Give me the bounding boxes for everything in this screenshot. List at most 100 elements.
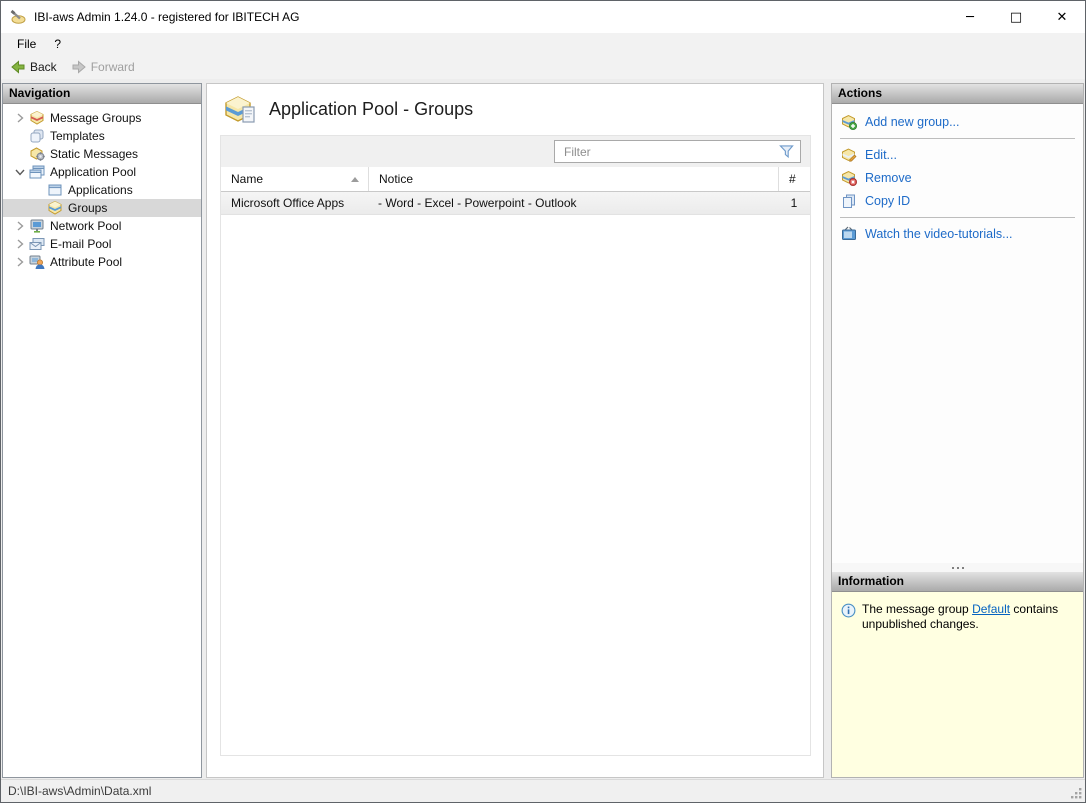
back-label: Back	[30, 60, 57, 74]
add-new-group-action[interactable]: Add new group...	[832, 111, 1083, 133]
nav-item-templates[interactable]: Templates	[3, 127, 201, 145]
navigation-panel: Navigation Message Groups	[2, 83, 202, 778]
info-icon	[841, 603, 856, 618]
copy-id-action[interactable]: Copy ID	[832, 190, 1083, 212]
nav-item-label: Templates	[50, 129, 105, 143]
remove-action[interactable]: Remove	[832, 167, 1083, 189]
data-file-path: D:\IBI-aws\Admin\Data.xml	[8, 784, 151, 798]
forward-label: Forward	[91, 60, 135, 74]
page-title-icon	[223, 94, 257, 125]
column-header-notice[interactable]: Notice	[368, 167, 778, 191]
app-icon	[9, 9, 27, 25]
chevron-down-icon[interactable]	[10, 165, 29, 179]
information-message: The message group Default contains unpub…	[862, 602, 1067, 777]
nav-item-label: Static Messages	[50, 147, 138, 161]
edit-action[interactable]: Edit...	[832, 144, 1083, 166]
nav-item-applications[interactable]: Applications	[3, 181, 201, 199]
filter-strip	[221, 136, 810, 167]
status-bar: D:\IBI-aws\Admin\Data.xml	[1, 779, 1085, 802]
back-button[interactable]: Back	[5, 57, 62, 77]
workspace: Navigation Message Groups	[1, 79, 1085, 779]
chevron-right-icon[interactable]	[10, 219, 29, 233]
information-body: The message group Default contains unpub…	[832, 592, 1083, 777]
cell-notice: - Word - Excel - Powerpoint - Outlook	[368, 192, 778, 214]
nav-item-application-pool[interactable]: Application Pool	[3, 163, 201, 181]
tv-icon	[841, 226, 857, 242]
applications-icon	[47, 182, 63, 198]
default-group-link[interactable]: Default	[972, 602, 1010, 616]
title-bar: IBI-aws Admin 1.24.0 - registered for IB…	[1, 1, 1085, 33]
nav-item-label: Application Pool	[50, 165, 136, 179]
message-groups-icon	[29, 110, 45, 126]
attribute-pool-icon	[29, 254, 45, 270]
column-header-name[interactable]: Name	[221, 167, 368, 191]
window-title: IBI-aws Admin 1.24.0 - registered for IB…	[34, 10, 299, 24]
minimize-button[interactable]: ─	[947, 1, 993, 33]
nav-item-static-messages[interactable]: Static Messages	[3, 145, 201, 163]
forward-arrow-icon	[71, 59, 87, 75]
column-label: Notice	[379, 172, 413, 186]
menu-help[interactable]: ?	[45, 33, 70, 55]
nav-item-label: Attribute Pool	[50, 255, 122, 269]
nav-item-email-pool[interactable]: E-mail Pool	[3, 235, 201, 253]
nav-item-groups[interactable]: Groups	[3, 199, 201, 217]
templates-icon	[29, 128, 45, 144]
watch-tutorials-action[interactable]: Watch the video-tutorials...	[832, 223, 1083, 245]
chevron-right-icon[interactable]	[10, 237, 29, 251]
nav-item-label: Message Groups	[50, 111, 141, 125]
actions-header: Actions	[832, 84, 1083, 104]
add-group-icon	[841, 114, 857, 130]
sort-asc-icon	[351, 177, 359, 182]
forward-button[interactable]: Forward	[66, 57, 140, 77]
page-title: Application Pool - Groups	[269, 99, 473, 120]
menu-file[interactable]: File	[8, 33, 45, 55]
column-label: Name	[231, 172, 263, 186]
remove-group-icon	[841, 170, 857, 186]
copy-icon	[841, 193, 857, 209]
action-label: Copy ID	[865, 194, 910, 208]
right-panel: Actions Add new group...	[831, 83, 1084, 778]
toolbar: Back Forward	[1, 55, 1085, 79]
chevron-right-icon[interactable]	[10, 255, 29, 269]
nav-item-label: Groups	[68, 201, 107, 215]
navigation-header: Navigation	[3, 84, 201, 104]
nav-item-attribute-pool[interactable]: Attribute Pool	[3, 253, 201, 271]
cell-count: 1	[778, 192, 810, 214]
static-messages-icon	[29, 146, 45, 162]
application-pool-icon	[29, 164, 45, 180]
resize-grip-icon[interactable]	[1069, 786, 1083, 800]
action-label: Watch the video-tutorials...	[865, 227, 1013, 241]
info-text-before: The message group	[862, 602, 972, 616]
email-pool-icon	[29, 236, 45, 252]
column-label: #	[789, 172, 796, 186]
nav-item-label: Applications	[68, 183, 133, 197]
main-content: Application Pool - Groups Name Notice	[206, 83, 824, 778]
column-header-count[interactable]: #	[778, 167, 810, 191]
nav-item-network-pool[interactable]: Network Pool	[3, 217, 201, 235]
edit-group-icon	[841, 147, 857, 163]
nav-item-label: Network Pool	[50, 219, 121, 233]
maximize-button[interactable]: □	[993, 1, 1039, 33]
cell-name: Microsoft Office Apps	[221, 192, 368, 214]
actions-list: Add new group... Edit...	[832, 104, 1083, 563]
action-label: Remove	[865, 171, 912, 185]
network-pool-icon	[29, 218, 45, 234]
nav-item-message-groups[interactable]: Message Groups	[3, 109, 201, 127]
table-header-row: Name Notice #	[221, 167, 810, 192]
groups-icon	[47, 200, 63, 216]
app-window: IBI-aws Admin 1.24.0 - registered for IB…	[0, 0, 1086, 803]
chevron-spacer	[10, 147, 29, 161]
close-button[interactable]: ✕	[1039, 1, 1085, 33]
chevron-right-icon[interactable]	[10, 111, 29, 125]
chevron-spacer	[10, 129, 29, 143]
filter-input[interactable]	[554, 140, 801, 163]
chevron-spacer	[28, 183, 47, 197]
information-header: Information	[832, 572, 1083, 592]
back-arrow-icon	[10, 59, 26, 75]
nav-item-label: E-mail Pool	[50, 237, 111, 251]
table-row[interactable]: Microsoft Office Apps - Word - Excel - P…	[221, 192, 810, 215]
panel-splitter[interactable]	[832, 563, 1083, 572]
filter-icon[interactable]	[779, 144, 794, 159]
action-label: Edit...	[865, 148, 897, 162]
actions-divider	[840, 217, 1075, 218]
